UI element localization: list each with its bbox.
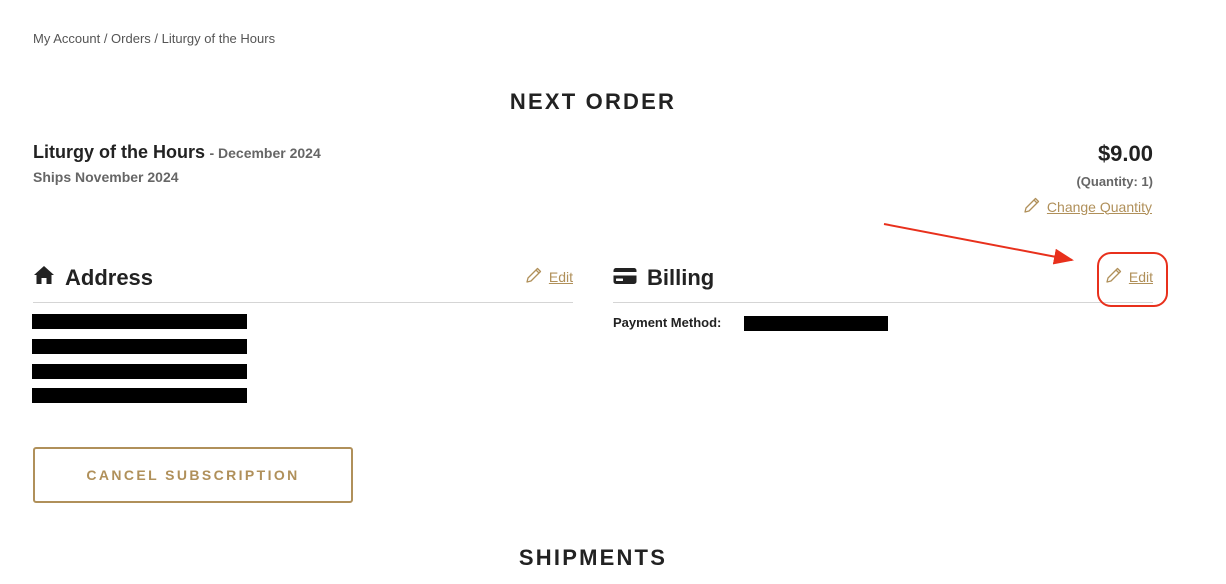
product-date: - December 2024	[209, 145, 321, 161]
credit-card-icon	[613, 265, 637, 291]
redacted-address-line	[32, 388, 247, 403]
pencil-icon	[1023, 196, 1041, 217]
home-icon	[33, 265, 55, 291]
redacted-address-line	[32, 339, 247, 354]
billing-section-header: Billing Edit	[613, 263, 1153, 303]
pencil-icon	[525, 266, 543, 287]
billing-title-label: Billing	[647, 265, 715, 290]
redacted-address-line	[32, 364, 247, 379]
breadcrumb-item-orders[interactable]: Orders	[111, 31, 151, 46]
breadcrumb-separator: /	[150, 31, 162, 46]
redacted-payment-method	[744, 316, 888, 331]
change-quantity-label[interactable]: Change Quantity	[1047, 199, 1152, 215]
annotation-arrow	[883, 223, 1074, 265]
pencil-icon	[1105, 266, 1123, 287]
billing-title: Billing	[613, 265, 714, 291]
product-heading: Liturgy of the Hours - December 2024	[33, 142, 321, 163]
next-order-title: NEXT ORDER	[509, 89, 677, 114]
breadcrumb-item-current: Liturgy of the Hours	[161, 31, 276, 46]
cancel-subscription-button[interactable]: CANCEL SUBSCRIPTION	[33, 447, 353, 503]
address-title-label: Address	[65, 265, 154, 290]
change-quantity-link[interactable]: Change Quantity	[1023, 196, 1152, 217]
billing-edit-link[interactable]: Edit	[1105, 266, 1153, 287]
address-edit-link[interactable]: Edit	[525, 266, 573, 287]
address-edit-label[interactable]: Edit	[549, 269, 573, 285]
redacted-address-line	[32, 314, 247, 329]
breadcrumb: My Account / Orders / Liturgy of the Hou…	[33, 31, 275, 46]
address-section-header: Address Edit	[33, 263, 573, 303]
product-name: Liturgy of the Hours	[33, 142, 205, 162]
address-title: Address	[33, 265, 153, 291]
order-quantity: (Quantity: 1)	[1076, 174, 1153, 189]
shipments-title: SHIPMENTS	[518, 545, 668, 570]
ship-date: Ships November 2024	[33, 169, 179, 185]
payment-method-label: Payment Method:	[613, 315, 722, 330]
billing-edit-label[interactable]: Edit	[1129, 269, 1153, 285]
order-price: $9.00	[1097, 141, 1153, 166]
breadcrumb-separator: /	[100, 31, 112, 46]
breadcrumb-item-my-account[interactable]: My Account	[33, 31, 100, 46]
